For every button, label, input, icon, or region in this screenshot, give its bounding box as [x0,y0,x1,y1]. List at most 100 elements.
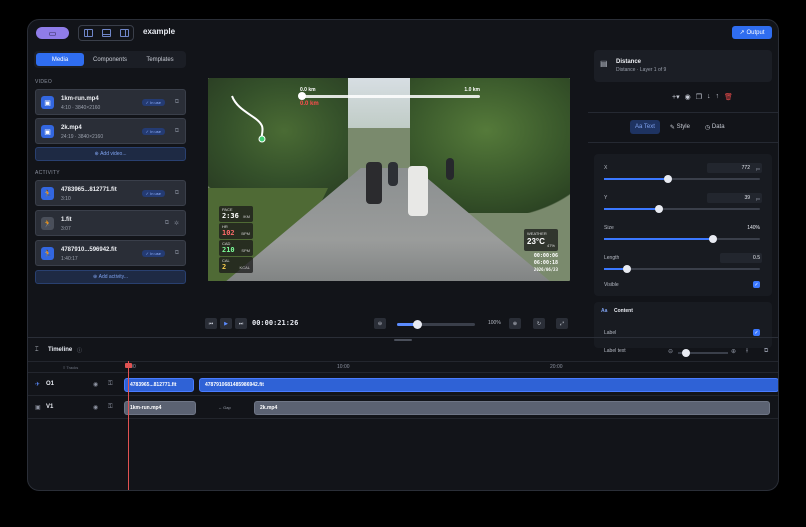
fullscreen-icon: ⤢ [559,320,564,327]
fullscreen-button[interactable]: ⤢ [556,318,568,329]
skip-back-button[interactable]: ⏮ [205,318,217,329]
label-checkbox[interactable]: ✓ [753,329,760,336]
tab-data[interactable]: ◷ Data [700,120,730,134]
link-icon[interactable]: ⧉ [175,99,179,106]
layout-bottom-button[interactable] [97,26,115,40]
activity-meta: 3:10 [61,196,71,202]
zoom-in-icon[interactable]: ⊕ [731,348,736,355]
length-slider[interactable] [604,265,760,273]
tab-text[interactable]: Aa Text [630,120,660,134]
eye-icon[interactable]: ◉ [685,93,691,101]
activity-track-icon: ✈ [35,382,41,388]
playhead-handle[interactable] [125,363,132,368]
runner-icon: 🏃 [43,250,52,258]
content-card: Aa Content Label ✓ [594,302,772,348]
in-use-badge: ✓ In use [141,128,165,135]
tab-components[interactable]: Components [86,53,134,66]
playhead[interactable] [128,361,129,490]
timeline-zoom-knob[interactable] [682,349,690,357]
snapshot-icon[interactable]: ⧉ [764,348,768,355]
add-dropdown-icon[interactable]: +▾ [672,93,680,101]
timeline-ruler[interactable]: ≡ Tracks 0:00 10:00 20:00 [28,361,778,373]
visible-checkbox[interactable]: ✓ [753,281,760,288]
zoom-in-button[interactable]: ⊕ [509,318,521,329]
y-slider[interactable] [604,205,760,213]
length-value: 0.5 [753,255,760,261]
resize-handle[interactable] [394,339,412,341]
lock-icon[interactable]: ⚿ [108,381,113,388]
eye-icon[interactable]: ◉ [93,381,98,388]
skip-forward-button[interactable]: ⏭ [235,318,247,329]
link-icon[interactable]: ⧉ [175,128,179,135]
duplicate-icon[interactable]: ❐ [696,93,702,101]
zoom-slider[interactable] [397,320,475,329]
distance-bar [300,95,480,98]
link-icon[interactable]: ⧉ [165,220,169,227]
panel-right-icon [119,29,129,37]
timeline-zoom-slider[interactable] [678,349,728,357]
ruler-tick: 20:00 [550,364,563,370]
hr-stat[interactable]: HR 102 BPM [219,223,253,239]
slider-knob[interactable] [709,235,718,243]
x-value: 772 [741,165,750,171]
timeline-clip[interactable]: 4787910681485986942.fit [199,378,778,392]
zoom-percent: 100% [488,320,501,326]
timeline-clip[interactable]: 1km-run.mp4 [124,401,196,415]
zoom-in-icon: ⊕ [512,320,518,327]
output-button[interactable]: ↗ Output [732,26,772,39]
timeline-clip[interactable]: 2k.mp4 [254,401,770,415]
tab-media[interactable]: Media [36,53,84,66]
x-input[interactable] [707,163,762,173]
cad-stat[interactable]: CAD 210 SPM [219,240,253,256]
track-label: O1 [46,381,55,387]
video-meta: 24:19 · 3840×2160 [61,134,104,140]
slider-knob[interactable] [654,205,663,213]
link-icon[interactable]: ⧉ [175,190,179,197]
layout-right-button[interactable] [115,26,133,40]
pace-stat[interactable]: PACE 2:36 /KM [219,206,253,222]
slider-knob[interactable] [623,265,632,273]
layer-card[interactable]: ▤ Distance Distance · Layer 1 of 9 [594,50,772,82]
app-logo[interactable]: ▭ [36,27,69,39]
add-video-button[interactable]: ⊕ Add video... [35,147,186,161]
gear-icon[interactable]: ✲ [174,220,179,227]
skip-back-icon: ⏮ [208,320,214,327]
reset-button[interactable]: ↻ [533,318,545,329]
video-card[interactable]: ▣ 1km-run.mp4 4:10 · 3840×2160 ✓ In use … [35,89,186,115]
y-input[interactable] [707,193,762,203]
play-button[interactable]: ▶ [220,318,232,329]
info-icon[interactable]: ⓘ [77,347,82,354]
tab-templates[interactable]: Templates [136,53,184,66]
cal-stat[interactable]: CAL 2 KCAL [219,257,253,273]
timeline-clip[interactable]: 4783965...812771.fit [124,378,194,392]
eye-icon[interactable]: ◉ [93,404,98,411]
zoom-slider-knob[interactable] [412,320,422,329]
move-up-icon[interactable]: ↑ [716,93,720,101]
reset-icon: ↻ [536,320,542,327]
weather-widget[interactable]: WEATHER 23°C 47% [524,229,558,251]
zoom-out-button[interactable]: ⊖ [374,318,386,329]
stat-unit: /KM [242,214,250,219]
activity-card[interactable]: 🏃 1.fit 3:07 ⧉ ✲ [35,210,186,236]
video-card[interactable]: ▣ 2k.mp4 24:19 · 3840×2160 ✓ In use ⧉ [35,118,186,144]
activity-card[interactable]: 🏃 4787910...596942.fit 1:40:17 ✓ In use … [35,240,186,266]
track-v1: ▣ V1 ◉ ⚿ 1km-run.mp4 ↔ Gap 2k.mp4 [28,397,778,419]
split-icon[interactable]: ⫲ [746,348,748,355]
link-icon[interactable]: ⧉ [175,250,179,257]
video-preview[interactable]: 0.0 km 1.0 km 0.0 km PACE 2:36 /KM HR 10… [208,78,570,281]
tab-style[interactable]: ✎ Style [665,120,695,134]
move-down-icon[interactable]: ↓ [707,93,711,101]
layout-left-button[interactable] [79,26,97,40]
activity-card[interactable]: 🏃 4783965...812771.fit 3:10 ✓ In use ⧉ [35,180,186,206]
lock-icon[interactable]: ⚿ [108,404,113,411]
gap-label[interactable]: ↔ Gap [218,405,231,410]
film-icon: ▣ [44,99,51,107]
add-activity-button[interactable]: ⊕ Add activity... [35,270,186,284]
slider-fill [604,208,659,210]
x-slider[interactable] [604,175,760,183]
trash-icon[interactable]: 🗑 [724,93,733,101]
in-use-badge: ✓ In use [141,99,165,106]
zoom-out-icon[interactable]: ⊖ [668,348,673,355]
size-slider[interactable] [604,235,760,243]
slider-knob[interactable] [663,175,672,183]
